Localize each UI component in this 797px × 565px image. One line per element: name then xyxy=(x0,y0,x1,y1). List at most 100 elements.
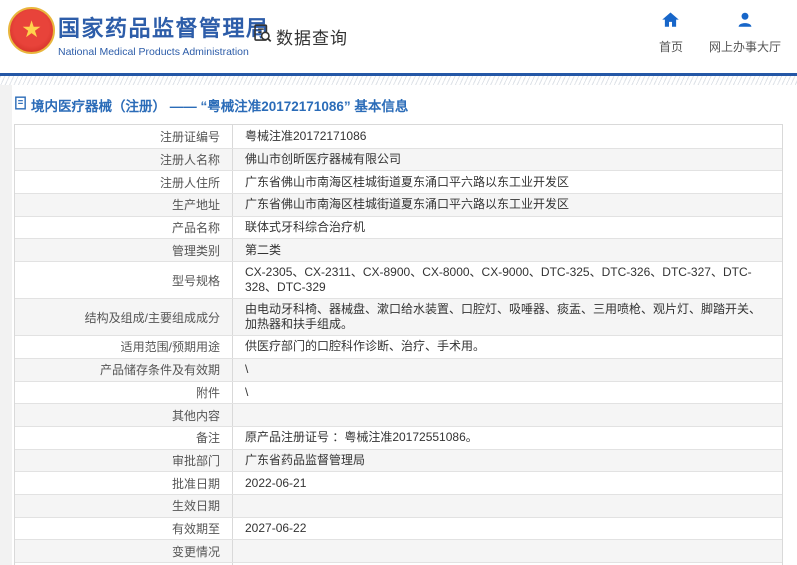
row-label: 审批部门 xyxy=(15,449,233,472)
row-value xyxy=(233,404,782,426)
table-row: 生效日期 xyxy=(15,493,782,517)
row-label: 管理类别 xyxy=(15,239,233,262)
row-value: 粤械注准20172171086 xyxy=(233,125,782,148)
table-row: 结构及组成/主要组成成分 由电动牙科椅、器械盘、漱口给水装置、口腔灯、吸唾器、痰盂… xyxy=(15,298,782,336)
row-label: 变更情况 xyxy=(15,540,233,562)
row-value: 2022-06-21 xyxy=(233,472,782,494)
nav-home-label: 首页 xyxy=(658,40,683,54)
table-row: 型号规格 CX-2305、CX-2311、CX-8900、CX-8000、CX-9… xyxy=(15,261,782,299)
row-value: 2027-06-22 xyxy=(233,518,782,540)
row-label: 有效期至 xyxy=(15,517,233,540)
data-query-label: 数据查询 xyxy=(276,28,348,48)
row-label-text: 备注 xyxy=(195,431,220,446)
row-label: 生产地址 xyxy=(15,194,233,216)
row-label-text: 生产地址 xyxy=(171,198,220,213)
document-icon xyxy=(14,95,27,115)
table-row: 审批部门 广东省药品监督管理局 xyxy=(15,448,782,472)
row-value: 联体式牙科综合治疗机 xyxy=(233,217,782,239)
site-header: ★ 国家药品监督管理局 National Medical Products Ad… xyxy=(0,0,797,73)
row-value-text: \ xyxy=(245,362,249,377)
row-label-text: 审批部门 xyxy=(171,453,220,468)
row-value-text: 原产品注册证号 ：粤械注准20172551086。 xyxy=(245,430,478,445)
row-label-text: 管理类别 xyxy=(171,243,220,258)
table-row: 其他内容 xyxy=(15,403,782,426)
row-label: 附件 xyxy=(15,381,233,404)
row-value-text: CX-2305、CX-2311、CX-8900、CX-8000、CX-9000、… xyxy=(245,265,752,295)
row-label: 适用范围/预期用途 xyxy=(15,336,233,358)
row-value: \ xyxy=(233,382,782,404)
page: ★ 国家药品监督管理局 National Medical Products Ad… xyxy=(0,0,797,565)
row-value-text: 广东省佛山市南海区桂城街道夏东涌口平六路以东工业开发区 xyxy=(245,174,570,189)
row-value: 由电动牙科椅、器械盘、漱口给水装置、口腔灯、吸唾器、痰盂、三用喷枪、观片灯、脚踏… xyxy=(233,299,782,335)
breadcrumb: 境内医疗器械（注册） —— “粤械注准20172171086” 基本信息 xyxy=(14,95,783,115)
row-value-text: 佛山市创昕医疗器械有限公司 xyxy=(245,152,402,167)
agency-name-en: National Medical Products Administration xyxy=(58,46,249,58)
row-value xyxy=(233,495,782,517)
row-label: 型号规格 xyxy=(15,262,233,299)
table-row: 注册人名称 佛山市创昕医疗器械有限公司 xyxy=(15,147,782,171)
top-nav: 首页 网上办事大厅 xyxy=(659,11,781,55)
row-label-text: 产品名称 xyxy=(171,221,220,236)
row-label: 产品储存条件及有效期 xyxy=(15,358,233,381)
row-value: 广东省佛山市南海区桂城街道夏东涌口平六路以东工业开发区 xyxy=(233,171,782,193)
left-page-margin xyxy=(0,85,12,565)
row-value: 第二类 xyxy=(233,239,782,261)
row-value-text: 第二类 xyxy=(245,242,282,257)
nav-service-hall[interactable]: 网上办事大厅 xyxy=(709,11,781,55)
nav-service-hall-label: 网上办事大厅 xyxy=(708,40,781,54)
row-label: 备注 xyxy=(15,426,233,449)
breadcrumb-text: 境内医疗器械（注册） —— “粤械注准20172171086” 基本信息 xyxy=(31,99,409,114)
table-row: 产品储存条件及有效期 \ xyxy=(15,357,782,381)
row-label-text: 附件 xyxy=(195,385,220,400)
agency-brand: 国家药品监督管理局 National Medical Products Admi… xyxy=(58,11,270,58)
table-row: 有效期至 2027-06-22 xyxy=(15,516,782,540)
table-row: 管理类别 第二类 xyxy=(15,238,782,262)
nav-home[interactable]: 首页 xyxy=(659,11,683,55)
row-value-text: 由电动牙科椅、器械盘、漱口给水装置、口腔灯、吸唾器、痰盂、三用喷枪、观片灯、脚踏… xyxy=(245,302,762,332)
row-value-text: 供医疗部门的口腔科作诊断、治疗、手术用。 xyxy=(245,339,486,354)
row-label-text: 注册人名称 xyxy=(159,153,220,168)
info-table: 注册证编号 粤械注准20172171086 注册人名称 佛山市创昕医疗器械有限公司 注册… xyxy=(14,124,783,565)
table-row: 批准日期 2022-06-21 xyxy=(15,471,782,494)
table-row: 变更情况 xyxy=(15,539,782,562)
row-value: 佛山市创昕医疗器械有限公司 xyxy=(233,149,782,171)
table-row: 备注 原产品注册证号 ：粤械注准20172551086。 xyxy=(15,425,782,449)
row-label: 生效日期 xyxy=(15,494,233,517)
row-label: 批准日期 xyxy=(15,472,233,494)
row-value-text: 粤械注准20172171086 xyxy=(245,128,367,143)
row-label-text: 注册人住所 xyxy=(159,175,220,190)
row-label: 注册人住所 xyxy=(15,171,233,194)
user-icon xyxy=(736,11,754,34)
row-label: 结构及组成/主要组成成分 xyxy=(15,299,233,336)
row-label-text: 变更情况 xyxy=(171,544,220,559)
table-row: 生产地址 广东省佛山市南海区桂城街道夏东涌口平六路以东工业开发区 xyxy=(15,193,782,216)
row-value: 广东省药品监督管理局 xyxy=(233,450,782,472)
table-row: 适用范围/预期用途 供医疗部门的口腔科作诊断、治疗、手术用。 xyxy=(15,335,782,358)
row-value-text: 2022-06-21 xyxy=(245,475,307,490)
row-value: CX-2305、CX-2311、CX-8900、CX-8000、CX-9000、… xyxy=(233,262,782,298)
row-label-text: 批准日期 xyxy=(171,476,220,491)
table-row: 注册证编号 粤械注准20172171086 xyxy=(15,125,782,148)
row-label-text: 适用范围/预期用途 xyxy=(120,340,220,355)
agency-name-cn: 国家药品监督管理局 xyxy=(58,16,270,41)
row-label: 注册证编号 xyxy=(15,125,233,148)
row-value xyxy=(233,540,782,562)
row-value-text: \ xyxy=(245,384,249,399)
table-row: 产品名称 联体式牙科综合治疗机 xyxy=(15,215,782,239)
row-label: 产品名称 xyxy=(15,216,233,239)
hatch-band xyxy=(0,76,797,85)
row-value-text: 广东省佛山市南海区桂城街道夏东涌口平六路以东工业开发区 xyxy=(245,197,570,212)
row-label-text: 注册证编号 xyxy=(159,129,220,144)
data-query-section[interactable]: 数据查询 xyxy=(252,23,348,49)
table-row: 注册人住所 广东省佛山市南海区桂城街道夏东涌口平六路以东工业开发区 xyxy=(15,170,782,194)
row-label-text: 型号规格 xyxy=(171,273,220,288)
row-value-text: 广东省药品监督管理局 xyxy=(245,452,366,467)
row-value: 广东省佛山市南海区桂城街道夏东涌口平六路以东工业开发区 xyxy=(233,194,782,216)
row-label-text: 其他内容 xyxy=(171,408,220,423)
row-label-text: 有效期至 xyxy=(171,521,220,536)
row-value: \ xyxy=(233,359,782,381)
doc-search-icon xyxy=(252,23,273,49)
row-label-text: 结构及组成/主要组成成分 xyxy=(84,310,220,325)
row-value: 原产品注册证号 ：粤械注准20172551086。 xyxy=(233,427,782,449)
row-label: 注册人名称 xyxy=(15,148,233,171)
